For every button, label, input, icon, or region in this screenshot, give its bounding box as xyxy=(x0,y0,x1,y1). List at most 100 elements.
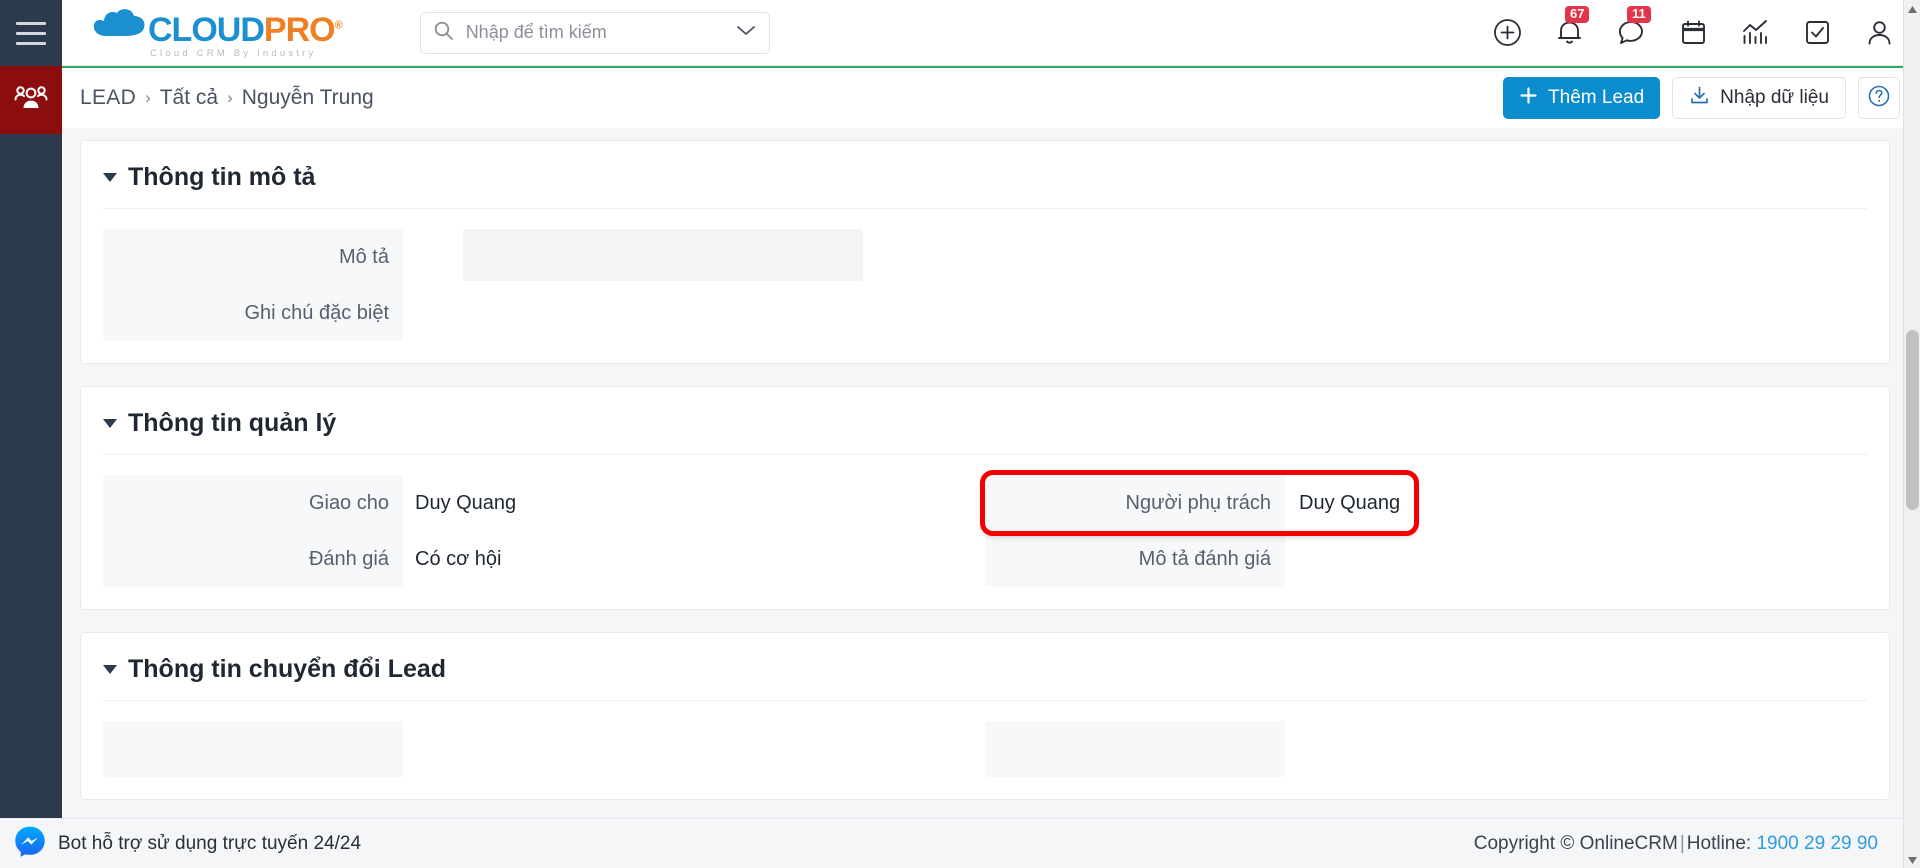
app-logo[interactable]: CLOUDPRO® Cloud CRM By Industry xyxy=(74,7,343,59)
copyright-separator: | xyxy=(1679,832,1685,854)
field-value-rating-description[interactable] xyxy=(1285,531,1841,587)
section-header-conversion[interactable]: Thông tin chuyển đổi Lead xyxy=(103,647,1867,700)
messenger-icon xyxy=(14,825,46,862)
download-icon xyxy=(1689,85,1710,112)
field-label-special-note: Ghi chú đặc biệt xyxy=(244,301,389,324)
scroll-up-button[interactable] xyxy=(1904,0,1920,17)
field-label-assigned-to: Giao cho xyxy=(103,475,403,531)
description-value-area xyxy=(403,229,1867,341)
highlight-box-owner: Người phụ trách Duy Quang xyxy=(979,470,1420,536)
field-row xyxy=(103,721,1867,777)
field-value-rating[interactable]: Có cơ hội xyxy=(403,531,959,587)
add-circle-icon[interactable] xyxy=(1492,18,1522,48)
logo-wordmark: CLOUDPRO® Cloud CRM By Industry xyxy=(148,11,343,59)
triangle-up-icon xyxy=(1908,0,1917,18)
breadcrumb-separator-icon: › xyxy=(227,88,233,107)
global-search[interactable] xyxy=(419,11,770,54)
conversion-label-placeholder-2 xyxy=(985,721,1285,777)
breadcrumb-item-current[interactable]: Nguyễn Trung xyxy=(242,86,374,110)
section-divider xyxy=(103,454,1867,455)
search-input[interactable] xyxy=(465,22,735,43)
field-assigned-to: Giao cho Duy Quang xyxy=(103,475,985,531)
main-content: Thông tin mô tả Mô tả Ghi chú đặc biệt T… xyxy=(62,128,1908,818)
sidebar-item-lead[interactable] xyxy=(0,66,62,134)
conversion-label-placeholder xyxy=(103,721,403,777)
scroll-down-button[interactable] xyxy=(1904,851,1920,868)
field-label-owner: Người phụ trách xyxy=(985,475,1285,531)
logo-tagline: Cloud CRM By Industry xyxy=(150,48,317,59)
breadcrumb: LEAD › Tất cả › Nguyễn Trung xyxy=(80,86,374,110)
breadcrumb-separator-icon: › xyxy=(145,88,151,107)
page-subheader: LEAD › Tất cả › Nguyễn Trung Thêm Lead N… xyxy=(62,66,1920,128)
top-navigation-bar: CLOUDPRO® Cloud CRM By Industry Nhập để … xyxy=(62,0,1920,66)
section-divider xyxy=(103,700,1867,701)
copyright-label: Copyright © OnlineCRM xyxy=(1473,832,1678,854)
conversion-value-placeholder-2 xyxy=(1285,721,1841,777)
field-rating-description: Mô tả đánh giá xyxy=(985,531,1867,587)
chat-badge: 11 xyxy=(1627,5,1651,23)
field-label-rating: Đánh giá xyxy=(103,531,403,587)
breadcrumb-item-lead[interactable]: LEAD xyxy=(80,86,136,110)
add-lead-button[interactable]: Thêm Lead xyxy=(1503,77,1661,119)
description-label-stack: Mô tả Ghi chú đặc biệt xyxy=(103,229,403,341)
logo-cloud-text: CLOUD xyxy=(148,11,265,49)
chart-icon[interactable] xyxy=(1740,18,1770,48)
field-row: Đánh giá Có cơ hội Mô tả đánh giá xyxy=(103,531,1867,587)
field-value-owner[interactable]: Duy Quang xyxy=(1285,475,1414,531)
caret-down-icon[interactable] xyxy=(103,665,117,674)
caret-down-icon[interactable] xyxy=(103,173,117,182)
hamburger-menu-button[interactable] xyxy=(0,0,62,66)
import-data-label: Nhập dữ liệu xyxy=(1720,87,1829,108)
bell-badge: 67 xyxy=(1565,5,1590,23)
field-value-assigned-to[interactable]: Duy Quang xyxy=(403,475,959,531)
help-button[interactable] xyxy=(1858,77,1900,119)
caret-down-icon[interactable] xyxy=(103,419,117,428)
field-label-rating-description: Mô tả đánh giá xyxy=(985,531,1285,587)
section-card-management: Thông tin quản lý Giao cho Duy Quang Ngư… xyxy=(80,386,1890,610)
field-rating: Đánh giá Có cơ hội xyxy=(103,531,985,587)
question-circle-icon xyxy=(1867,84,1891,113)
chat-bubble-icon[interactable]: 11 xyxy=(1616,5,1651,48)
field-label-description: Mô tả xyxy=(338,245,389,268)
field-owner: Người phụ trách Duy Quang xyxy=(979,470,1867,536)
support-chat-label: Bot hỗ trợ sử dụng trực tuyến 24/24 xyxy=(58,832,362,854)
field-row: Giao cho Duy Quang Người phụ trách Duy Q… xyxy=(103,470,1867,536)
section-title: Thông tin mô tả xyxy=(128,163,316,191)
chevron-down-icon[interactable] xyxy=(735,23,757,42)
task-check-icon[interactable] xyxy=(1802,18,1832,48)
conversion-field-right xyxy=(985,721,1867,777)
bell-icon[interactable]: 67 xyxy=(1554,5,1590,48)
footer-bar: Bot hỗ trợ sử dụng trực tuyến 24/24 Copy… xyxy=(0,818,1920,868)
section-divider xyxy=(103,208,1867,209)
user-account-icon[interactable] xyxy=(1864,18,1894,48)
section-card-description: Thông tin mô tả Mô tả Ghi chú đặc biệt xyxy=(80,140,1890,364)
plus-icon xyxy=(1519,86,1538,111)
header-action-group: Thêm Lead Nhập dữ liệu xyxy=(1503,77,1900,119)
calendar-icon[interactable] xyxy=(1678,18,1708,48)
scrollbar-thumb[interactable] xyxy=(1906,330,1919,510)
hotline-number[interactable]: 1900 29 29 90 xyxy=(1756,833,1878,854)
triangle-down-icon xyxy=(1908,851,1917,868)
page-scrollbar[interactable] xyxy=(1903,0,1920,868)
logo-registered-mark: ® xyxy=(334,19,343,32)
add-lead-label: Thêm Lead xyxy=(1548,87,1645,108)
copyright-text: Copyright © OnlineCRM | Hotline: 1900 29 2… xyxy=(1474,833,1878,855)
logo-pro-text: PRO xyxy=(263,11,336,49)
hamburger-icon-bar xyxy=(16,31,46,35)
hotline-label: Hotline: xyxy=(1686,832,1752,854)
topbar-icon-group: 67 11 xyxy=(1492,5,1894,48)
section-header-description[interactable]: Thông tin mô tả xyxy=(103,155,1867,208)
support-chat-launcher[interactable]: Bot hỗ trợ sử dụng trực tuyến 24/24 xyxy=(14,825,361,862)
conversion-field-left xyxy=(103,721,985,777)
field-row: Mô tả Ghi chú đặc biệt xyxy=(103,229,1867,341)
sidebar xyxy=(0,0,62,868)
hamburger-icon-bar xyxy=(16,41,46,45)
import-data-button[interactable]: Nhập dữ liệu xyxy=(1672,77,1846,119)
section-title: Thông tin chuyển đổi Lead xyxy=(128,655,447,683)
section-header-management[interactable]: Thông tin quản lý xyxy=(103,401,1867,454)
section-title: Thông tin quản lý xyxy=(128,409,337,437)
hamburger-icon-bar xyxy=(16,21,46,25)
description-value-placeholder[interactable] xyxy=(463,229,863,281)
conversion-value-placeholder xyxy=(403,721,959,777)
breadcrumb-item-all[interactable]: Tất cả xyxy=(160,86,218,110)
